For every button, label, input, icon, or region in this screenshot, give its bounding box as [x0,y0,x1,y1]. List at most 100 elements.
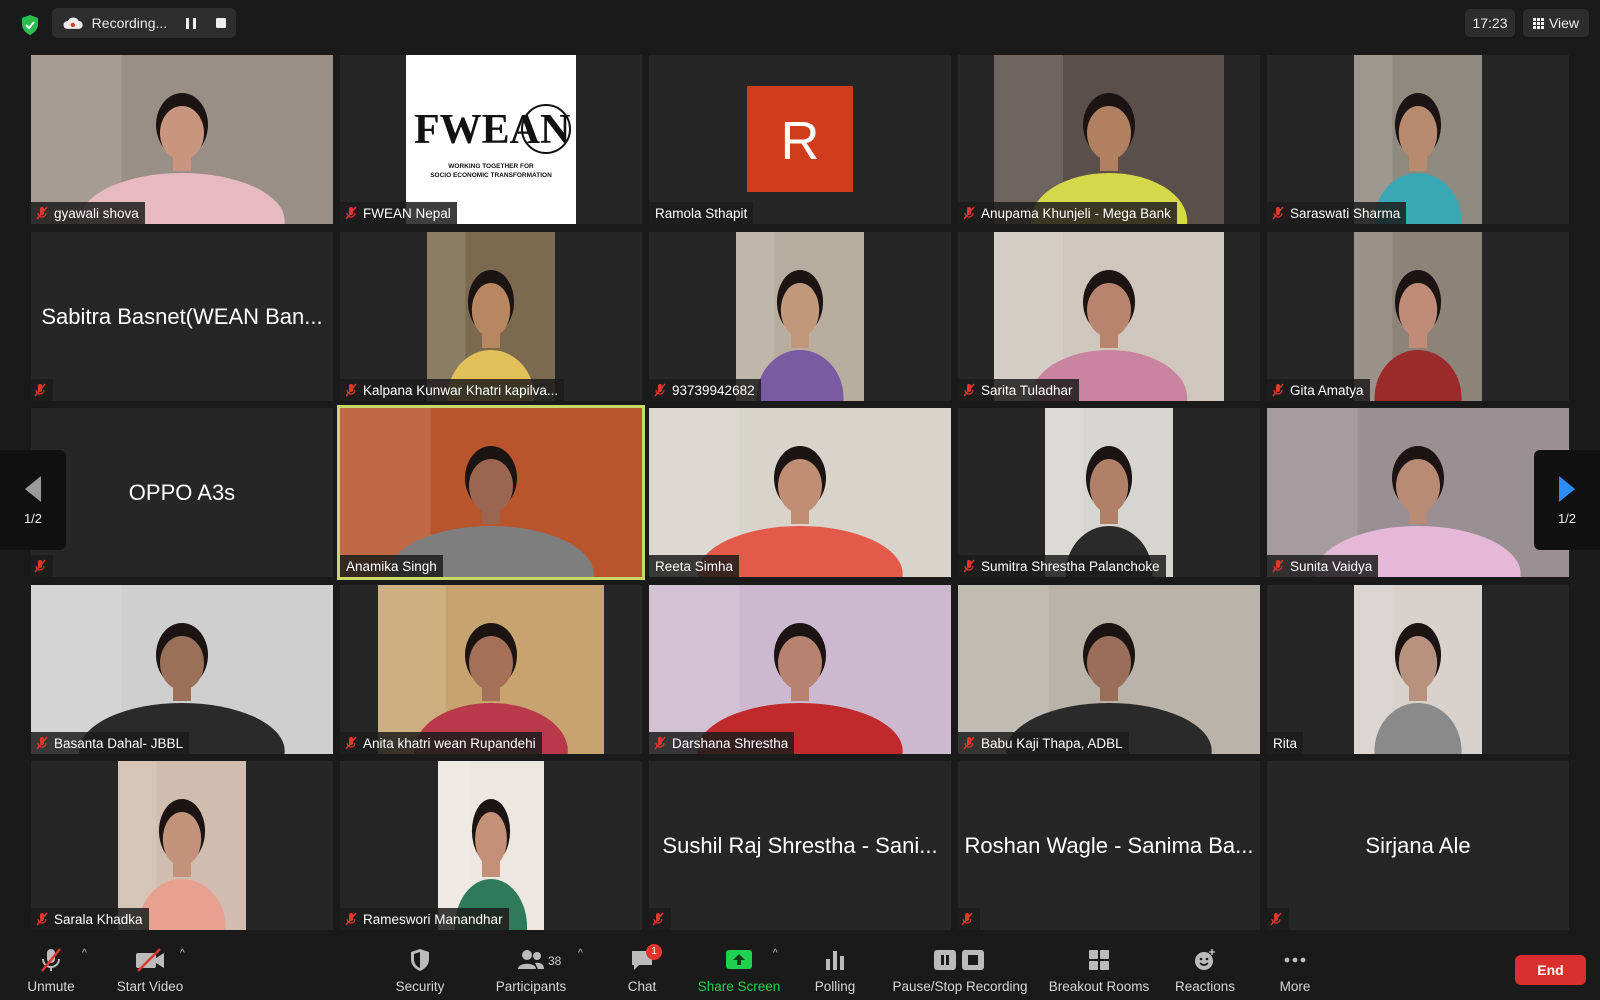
participant-tile[interactable]: Sarita Tuladhar [958,232,1260,401]
participant-video: FWEAN WORKING TOGETHER FOR SOCIO ECONOMI… [406,55,576,224]
muted-mic-icon [654,383,666,397]
participant-name-tag: FWEAN Nepal [340,202,457,224]
previous-page-button[interactable]: 1/2 [0,450,66,550]
share-screen-button[interactable]: Share Screen [694,938,784,1000]
participant-tile[interactable]: FWEAN WORKING TOGETHER FOR SOCIO ECONOMI… [340,55,642,224]
muted-mic-icon [960,912,973,926]
participant-name: 93739942682 [672,382,755,398]
muted-mic-icon [1269,912,1282,926]
recording-indicator: Recording... [52,8,236,38]
participant-name-tag: Sumitra Shrestha Palanchoke [958,555,1166,577]
participants-button[interactable]: Participants [492,938,570,1000]
participant-video [340,408,642,577]
svg-text:R: R [781,111,820,171]
participant-tile[interactable]: Anamika Singh [337,405,645,580]
participant-name-tag: Ramola Sthapit [649,202,754,224]
participant-tile[interactable]: Sumitra Shrestha Palanchoke [958,408,1260,577]
participant-name-tag: Reeta Simha [649,555,740,577]
participant-tile[interactable]: Roshan Wagle - Sanima Ba... [958,761,1260,930]
participant-tile[interactable]: Darshana Shrestha [649,585,951,754]
participant-tile[interactable]: R Ramola Sthapit [649,55,951,224]
video-gallery: gyawali shova FWEAN WORKING TOGETHER FOR… [31,55,1569,930]
participant-name-tag: Sunita Vaidya [1267,555,1379,577]
breakout-rooms-button[interactable]: Breakout Rooms [1046,938,1152,1000]
next-page-button[interactable]: 1/2 [1534,450,1600,550]
smiley-reaction-icon [1195,949,1215,970]
participants-icon [518,950,544,969]
participant-tile[interactable]: Rameswori Manandhar [340,761,642,930]
participant-name-tag: Rita [1267,732,1304,754]
more-label: More [1279,979,1311,994]
page-indicator-right: 1/2 [1557,510,1577,526]
participant-tile[interactable]: Anita khatri wean Rupandehi [340,585,642,754]
start-video-button[interactable]: Start Video [110,938,190,1000]
meeting-toolbar: Unmute ^ Start Video ^ Security Particip… [0,938,1600,1000]
arrow-right-icon [1559,475,1575,502]
participants-options-caret[interactable]: ^ [578,948,583,959]
participant-tile[interactable]: Sushil Raj Shrestha - Sani... [649,761,951,930]
participant-name: Rita [1273,735,1298,751]
participant-tile[interactable]: Sunita Vaidya [1267,408,1569,577]
reactions-button[interactable]: Reactions [1170,938,1240,1000]
polling-button[interactable]: Polling [810,938,860,1000]
participant-tile[interactable]: Rita [1267,585,1569,754]
muted-mic-icon [33,383,46,397]
pause-stop-recording-label: Pause/Stop Recording [892,979,1028,994]
security-button[interactable]: Security [392,938,448,1000]
participant-tile[interactable]: Saraswati Sharma [1267,55,1569,224]
participant-tile[interactable]: gyawali shova [31,55,333,224]
participant-tile[interactable]: Babu Kaji Thapa, ADBL [958,585,1260,754]
participant-video [31,55,333,224]
unmute-button[interactable]: Unmute [24,938,78,1000]
muted-mic-icon [36,736,48,750]
pause-stop-icon [934,950,984,970]
participant-name: Anamika Singh [346,558,437,574]
participant-video [1354,232,1482,401]
muted-mic-icon [651,912,664,926]
meeting-clock: 17:23 [1465,9,1515,37]
arrow-left-icon [25,475,41,502]
gallery-grid-icon [1532,17,1544,29]
pause-stop-recording-button[interactable]: Pause/Stop Recording [888,938,1032,1000]
participant-tile[interactable]: Basanta Dahal- JBBL [31,585,333,754]
view-button[interactable]: View [1523,9,1589,37]
participant-tile[interactable]: Sarala Khadka [31,761,333,930]
participant-video [118,761,246,930]
participant-tile[interactable]: OPPO A3s [31,408,333,577]
more-button[interactable]: More [1272,938,1318,1000]
muted-mic-icon [345,912,357,926]
participant-muted-indicator [31,555,53,577]
participant-name: Basanta Dahal- JBBL [54,735,184,751]
participant-muted-indicator [649,908,671,930]
participant-display-name: OPPO A3s [128,479,236,505]
muted-mic-icon [345,383,357,397]
participant-name: Sarala Khadka [54,911,143,927]
participant-name-tag: gyawali shova [31,202,145,224]
participant-video [736,232,864,401]
participant-tile[interactable]: Reeta Simha [649,408,951,577]
stop-recording-button[interactable] [216,18,227,28]
security-label: Security [395,979,445,994]
muted-mic-icon [36,206,48,220]
participant-video [1354,55,1482,224]
participant-name: Rameswori Manandhar [363,911,503,927]
pause-recording-button[interactable] [186,17,197,29]
end-meeting-button[interactable]: End [1515,955,1586,985]
share-options-caret[interactable]: ^ [773,948,778,959]
participant-tile[interactable]: Anupama Khunjeli - Mega Bank [958,55,1260,224]
participant-tile[interactable]: Sirjana Ale [1267,761,1569,930]
participant-display-name: Roshan Wagle - Sanima Ba... [964,832,1254,858]
participant-name-tag: Anamika Singh [340,555,443,577]
audio-options-caret[interactable]: ^ [82,948,87,959]
unmute-label: Unmute [27,979,75,994]
video-options-caret[interactable]: ^ [180,948,185,959]
participant-display-name: Sirjana Ale [1365,832,1471,858]
participant-tile[interactable]: Sabitra Basnet(WEAN Ban... [31,232,333,401]
participant-tile[interactable]: 93739942682 [649,232,951,401]
participant-name-tag: Gita Amatya [1267,379,1370,401]
participant-tile[interactable]: Kalpana Kunwar Khatri kapilva... [340,232,642,401]
participant-video [378,585,604,754]
muted-mic-icon [1272,383,1284,397]
participant-tile[interactable]: Gita Amatya [1267,232,1569,401]
encryption-shield-icon[interactable] [20,14,40,36]
